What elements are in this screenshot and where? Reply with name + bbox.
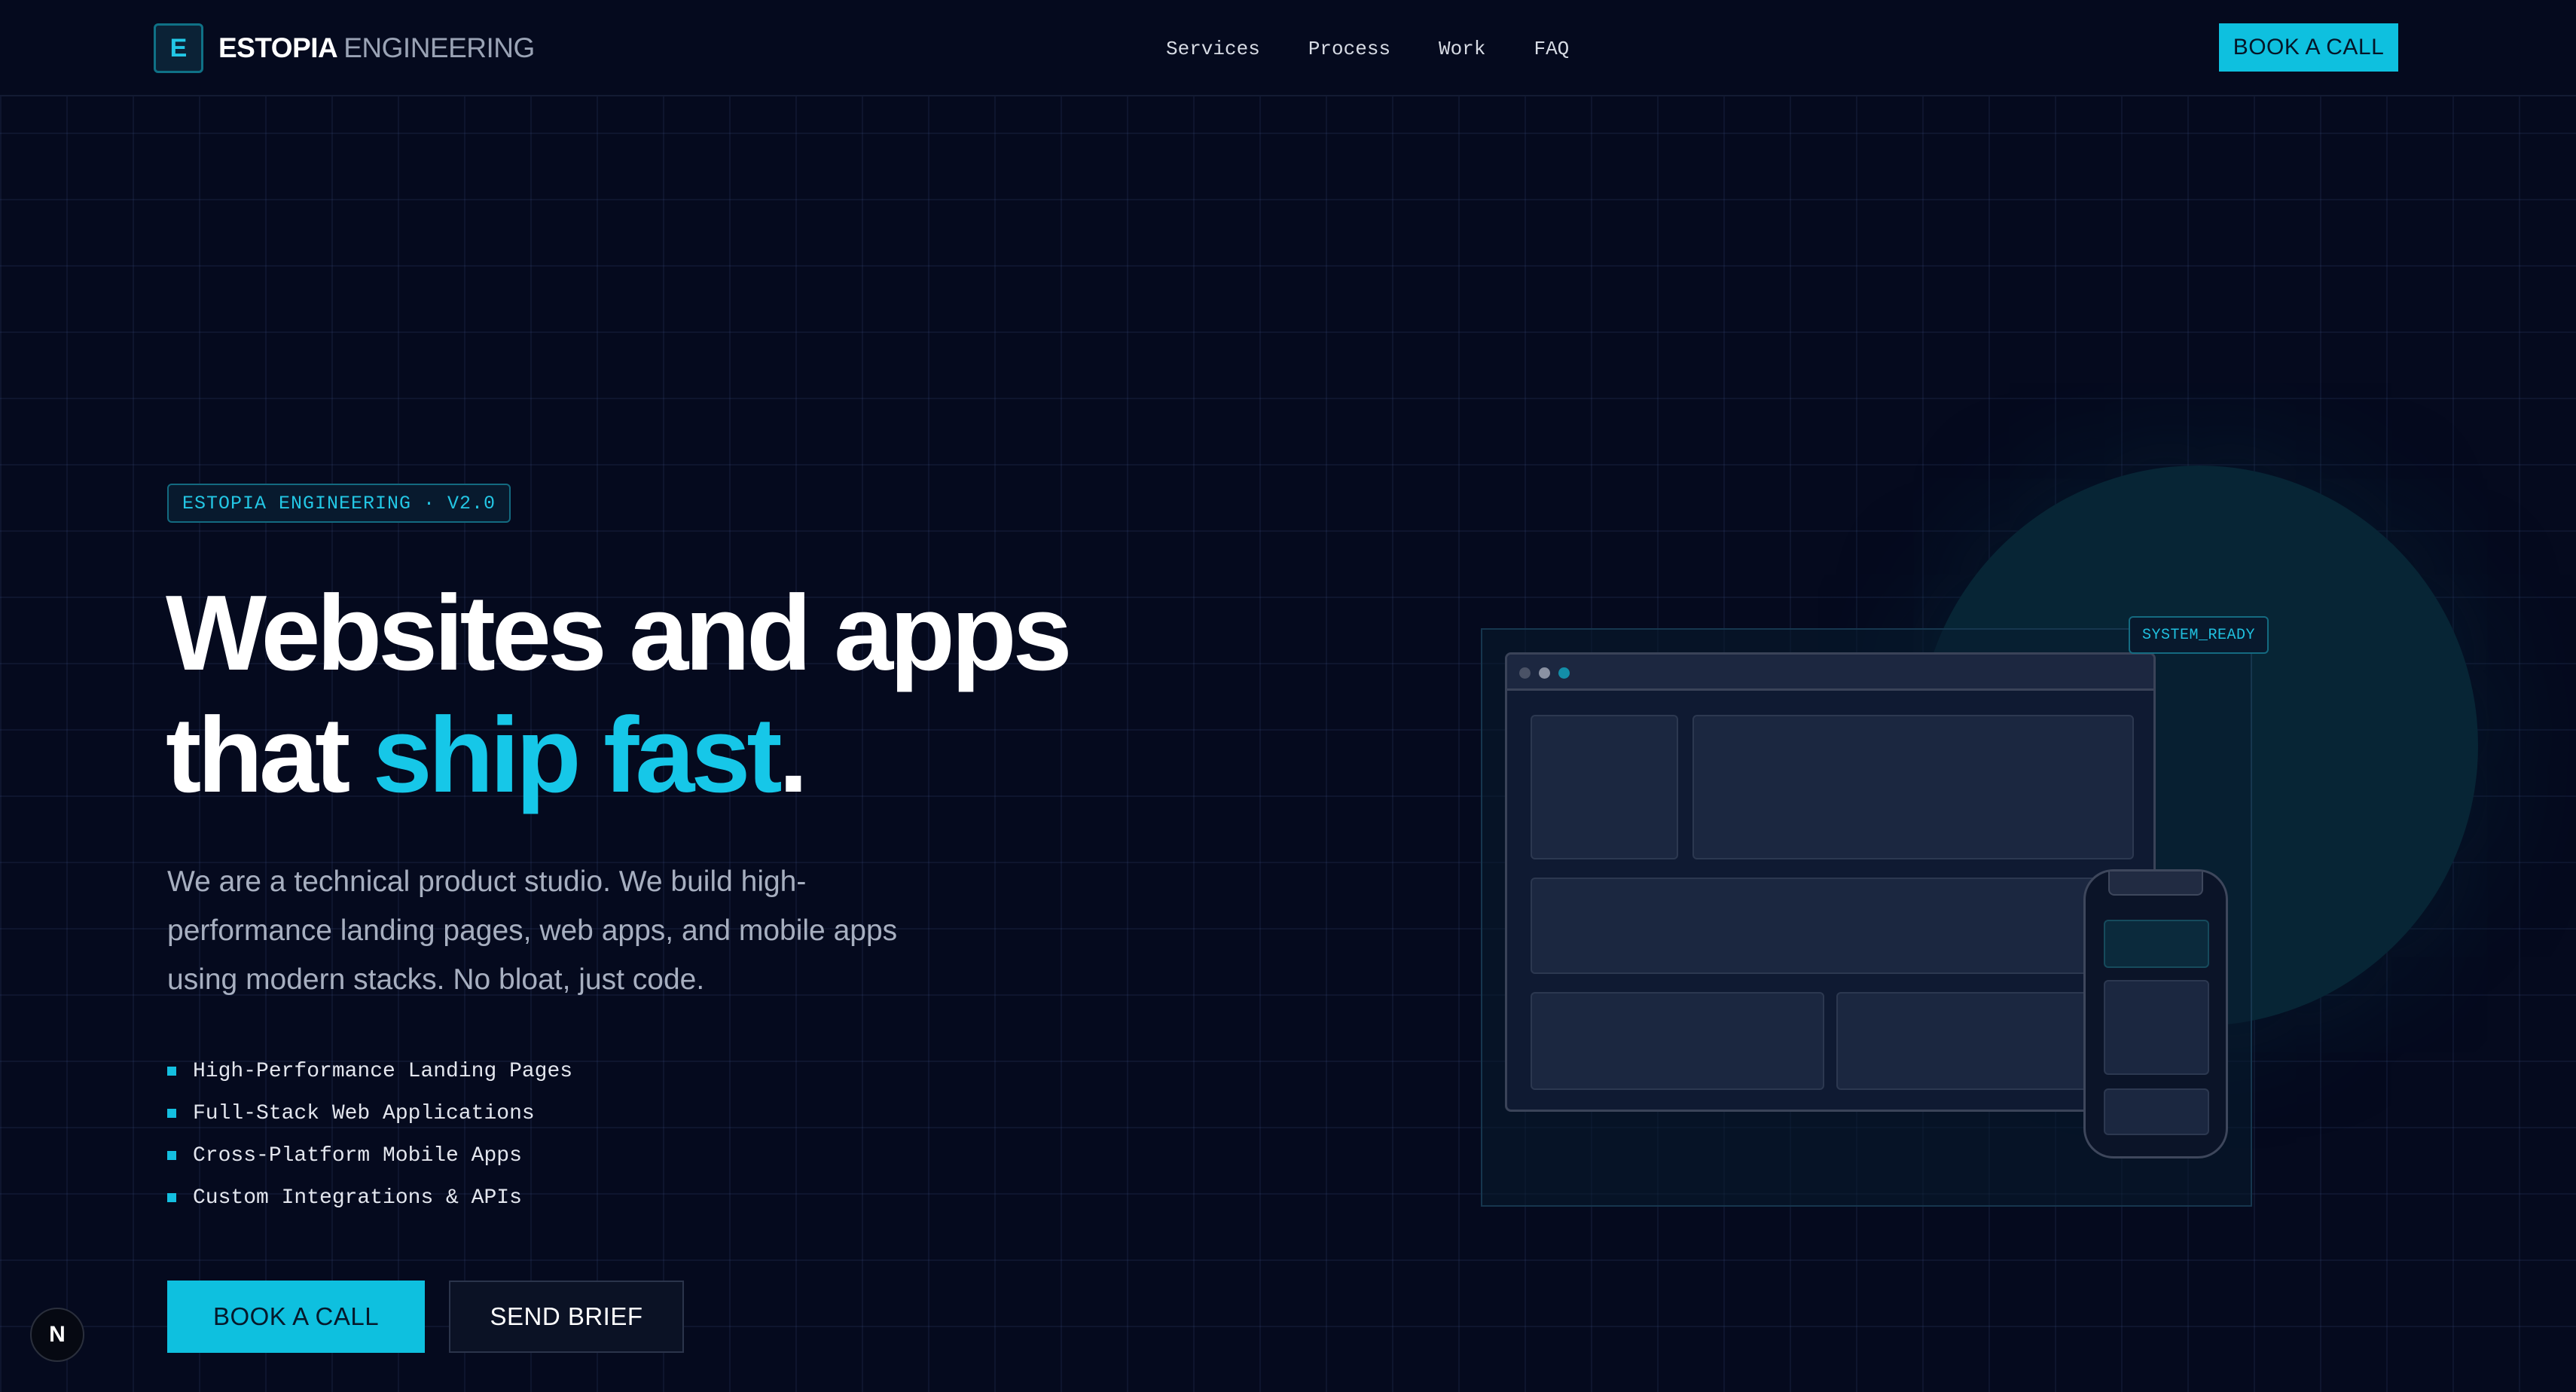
logo-mark-icon: E xyxy=(154,23,203,73)
nav-link-services[interactable]: Services xyxy=(1166,38,1260,60)
nav-link-process[interactable]: Process xyxy=(1308,38,1390,60)
placeholder-block xyxy=(1531,715,1678,859)
hero-description: We are a technical product studio. We bu… xyxy=(167,865,898,996)
square-bullet-icon xyxy=(167,1193,176,1202)
feature-item: Full-Stack Web Applications xyxy=(167,1092,572,1134)
square-bullet-icon xyxy=(167,1067,176,1076)
square-bullet-icon xyxy=(167,1151,176,1160)
brand-name: ESTOPIA xyxy=(218,32,338,63)
hero-book-call-button[interactable]: BOOK A CALL xyxy=(167,1281,425,1353)
headline-line-2-suffix: . xyxy=(778,695,809,815)
landing-page: E ESTOPIA ENGINEERING Services Process W… xyxy=(0,0,2576,1392)
version-badge: ESTOPIA ENGINEERING · V2.0 xyxy=(167,484,511,523)
placeholder-block xyxy=(1531,878,2134,974)
feature-item: High-Performance Landing Pages xyxy=(167,1050,572,1092)
nav-book-call-button[interactable]: BOOK A CALL xyxy=(2219,23,2398,72)
feature-label: Cross-Platform Mobile Apps xyxy=(193,1143,522,1168)
feature-label: Full-Stack Web Applications xyxy=(193,1101,535,1125)
feature-label: High-Performance Landing Pages xyxy=(193,1059,573,1083)
browser-toolbar xyxy=(1507,655,2153,691)
phone-placeholder-block xyxy=(2104,980,2209,1075)
top-navigation: E ESTOPIA ENGINEERING Services Process W… xyxy=(0,0,2576,96)
window-dot-icon xyxy=(1519,667,1531,679)
send-brief-button[interactable]: SEND BRIEF xyxy=(449,1281,684,1353)
phone-placeholder-block xyxy=(2104,1088,2209,1135)
feature-item: Custom Integrations & APIs xyxy=(167,1177,572,1219)
headline-accent: ship fast xyxy=(372,695,783,815)
hero-headline: Websites and apps that ship fast. xyxy=(166,572,1073,817)
headline-line-2-prefix: that xyxy=(166,695,373,815)
square-bullet-icon xyxy=(167,1109,176,1118)
nav-link-faq[interactable]: FAQ xyxy=(1534,38,1569,60)
brand-suffix: ENGINEERING xyxy=(343,32,535,63)
headline-line-1: Websites and apps xyxy=(166,573,1073,693)
browser-mockup xyxy=(1505,652,2156,1112)
nav-links: Services Process Work FAQ xyxy=(1166,38,1617,60)
placeholder-block xyxy=(1531,992,1824,1090)
window-dot-icon xyxy=(1558,667,1570,679)
phone-notch xyxy=(2108,872,2203,896)
nextjs-dev-icon[interactable]: N xyxy=(30,1308,84,1362)
system-ready-tag: SYSTEM_READY xyxy=(2129,616,2269,654)
brand-logo[interactable]: E ESTOPIA ENGINEERING xyxy=(154,23,535,73)
window-dot-icon xyxy=(1539,667,1550,679)
placeholder-block xyxy=(1692,715,2134,859)
phone-mockup xyxy=(2083,869,2228,1158)
feature-label: Custom Integrations & APIs xyxy=(193,1186,522,1210)
feature-list: High-Performance Landing Pages Full-Stac… xyxy=(167,1050,572,1219)
feature-item: Cross-Platform Mobile Apps xyxy=(167,1134,572,1177)
nav-link-work[interactable]: Work xyxy=(1439,38,1485,60)
phone-placeholder-block xyxy=(2104,920,2209,968)
